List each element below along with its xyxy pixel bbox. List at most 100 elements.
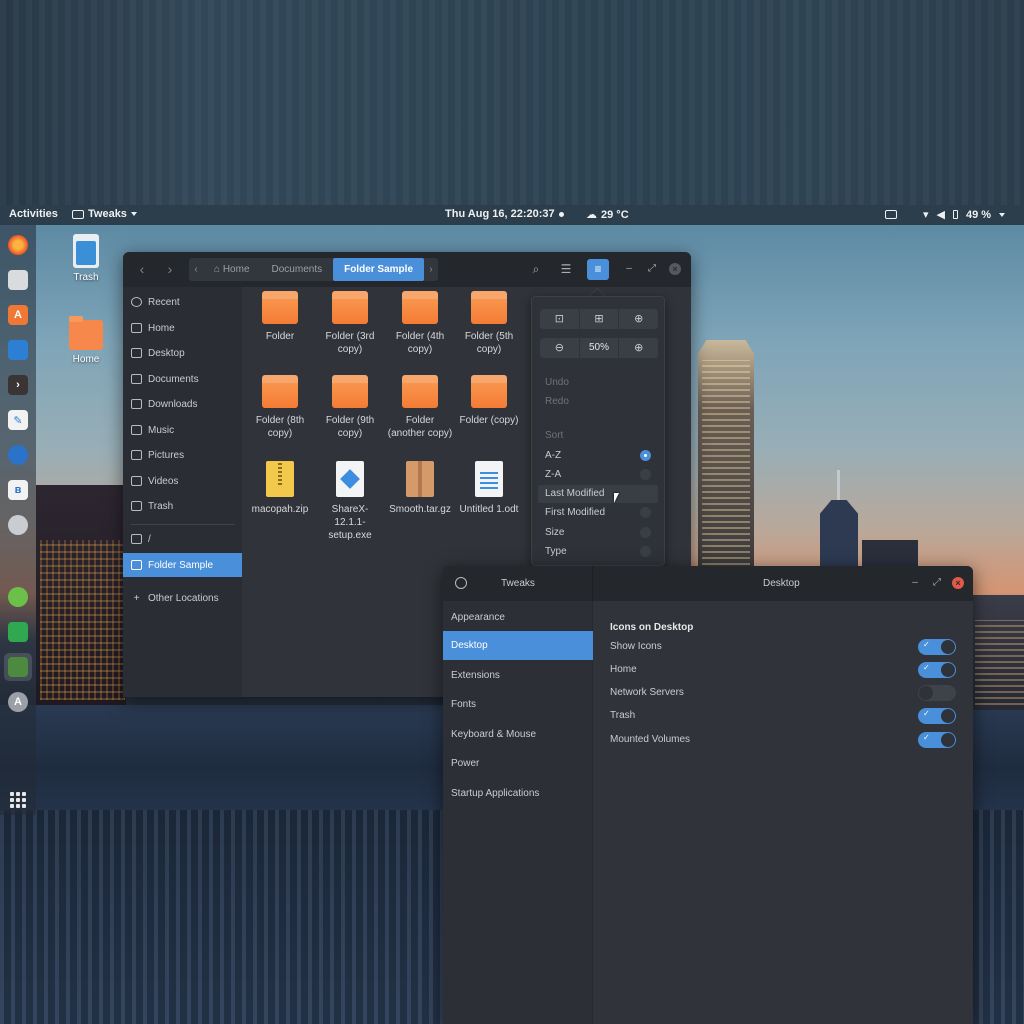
file-item[interactable]: Folder (9th copy) bbox=[317, 375, 383, 440]
file-item[interactable]: Folder (copy) bbox=[456, 375, 522, 427]
sidebar-item-trash[interactable]: Trash bbox=[123, 494, 242, 518]
sidebar-item-home[interactable]: Home bbox=[123, 316, 242, 340]
sort-last-modified[interactable]: Last Modified bbox=[545, 488, 604, 499]
sidebar-item-keyboard-mouse[interactable]: Keyboard & Mouse bbox=[443, 720, 593, 749]
view-list-icon[interactable]: ☰ bbox=[555, 259, 577, 280]
file-item-label: macopah.zip bbox=[251, 504, 309, 515]
redo-menu-item[interactable]: Redo bbox=[545, 396, 569, 407]
breadcrumb-left-arrow[interactable]: ‹ bbox=[189, 258, 203, 281]
sidebar-item-recent[interactable]: Recent bbox=[123, 290, 242, 314]
show-icons-toggle[interactable] bbox=[918, 639, 956, 655]
tweaks-icon[interactable] bbox=[8, 657, 28, 677]
terminal-icon[interactable]: › bbox=[8, 375, 28, 395]
sidebar-item-other-locations[interactable]: + Other Locations bbox=[123, 586, 242, 610]
file-item[interactable]: Smooth.tar.gz bbox=[387, 461, 453, 516]
sidebar-item-desktop[interactable]: Desktop bbox=[123, 341, 242, 365]
settings-icon[interactable] bbox=[8, 515, 28, 535]
close-icon[interactable]: × bbox=[669, 263, 681, 275]
software-icon[interactable]: A bbox=[8, 305, 28, 325]
sort-z-a[interactable]: Z-A bbox=[545, 469, 561, 480]
radio-selected-icon[interactable] bbox=[640, 450, 651, 461]
mounted-volumes-toggle[interactable] bbox=[918, 732, 956, 748]
leaf-icon[interactable] bbox=[8, 587, 28, 607]
sidebar-item-extensions[interactable]: Extensions bbox=[443, 661, 593, 690]
zoom-level[interactable]: 50% bbox=[579, 338, 620, 358]
clock[interactable]: Thu Aug 16, 22:20:37 bbox=[445, 208, 564, 220]
file-item[interactable]: Folder (3rd copy) bbox=[317, 291, 383, 356]
breadcrumb-right-arrow[interactable]: › bbox=[424, 258, 438, 281]
forward-icon[interactable]: › bbox=[161, 261, 179, 279]
bookmark-icon[interactable]: ⊞ bbox=[579, 309, 620, 329]
sidebar-item-fonts[interactable]: Fonts bbox=[443, 690, 593, 719]
sidebar-item-root[interactable]: / bbox=[123, 527, 242, 551]
tweaks-sidebar: Appearance Desktop Extensions Fonts Keyb… bbox=[443, 601, 593, 1024]
activities-button[interactable]: Activities bbox=[9, 208, 58, 220]
update-icon[interactable]: A bbox=[8, 692, 28, 712]
sidebar-item-power[interactable]: Power bbox=[443, 749, 593, 778]
sidebar-item-startup-applications[interactable]: Startup Applications bbox=[443, 779, 593, 808]
search-icon[interactable]: ⌕ bbox=[525, 259, 547, 280]
search-icon[interactable] bbox=[455, 577, 467, 589]
sort-first-modified[interactable]: First Modified bbox=[545, 507, 605, 518]
network-servers-toggle[interactable] bbox=[918, 685, 956, 701]
bluetooth-icon[interactable]: ʙ bbox=[8, 480, 28, 500]
firefox-icon[interactable] bbox=[8, 235, 28, 255]
writer-icon[interactable] bbox=[8, 340, 28, 360]
desktop-icon bbox=[131, 348, 142, 358]
file-item[interactable]: Folder bbox=[247, 291, 313, 343]
app-menu[interactable]: Tweaks bbox=[72, 208, 137, 220]
breadcrumb-documents[interactable]: Documents bbox=[261, 258, 334, 281]
maximize-icon[interactable]: ⤢ bbox=[931, 577, 943, 589]
sidebar-item-pictures[interactable]: Pictures bbox=[123, 443, 242, 467]
file-item[interactable]: ShareX-12.1.1-setup.exe bbox=[317, 461, 383, 542]
radio-icon[interactable] bbox=[640, 507, 651, 518]
file-item[interactable]: Folder (another copy) bbox=[387, 375, 453, 440]
zoom-in-icon[interactable]: ⊕ bbox=[619, 338, 658, 358]
trash-icon bbox=[73, 234, 99, 268]
home-toggle[interactable] bbox=[918, 662, 956, 678]
tweaks-window: Tweaks Desktop – ⤢ × Appearance Desktop … bbox=[443, 566, 973, 1024]
sidebar-item-appearance[interactable]: Appearance bbox=[443, 603, 593, 632]
show-applications-icon[interactable] bbox=[10, 792, 26, 808]
minimize-icon[interactable]: – bbox=[623, 263, 635, 275]
close-icon[interactable]: × bbox=[952, 577, 964, 589]
back-icon[interactable]: ‹ bbox=[133, 261, 151, 279]
file-item[interactable]: Folder (4th copy) bbox=[387, 291, 453, 356]
thunderbird-icon[interactable] bbox=[8, 445, 28, 465]
trash-toggle[interactable] bbox=[918, 708, 956, 724]
file-item[interactable]: macopah.zip bbox=[247, 461, 313, 516]
sidebar-item-music[interactable]: Music bbox=[123, 418, 242, 442]
file-item[interactable]: Folder (8th copy) bbox=[247, 375, 313, 440]
new-folder-icon[interactable]: ⊡ bbox=[540, 309, 580, 329]
desktop-trash[interactable]: Trash bbox=[61, 234, 111, 283]
sidebar-item-downloads[interactable]: Downloads bbox=[123, 392, 242, 416]
sidebar-item-desktop[interactable]: Desktop bbox=[443, 631, 593, 660]
text-editor-icon[interactable]: ✎ bbox=[8, 410, 28, 430]
sidebar-item-documents[interactable]: Documents bbox=[123, 367, 242, 391]
calc-icon[interactable] bbox=[8, 622, 28, 642]
sort-type[interactable]: Type bbox=[545, 546, 567, 557]
sidebar-item-videos[interactable]: Videos bbox=[123, 469, 242, 493]
wallpaper-building bbox=[820, 500, 858, 568]
sort-a-z[interactable]: A-Z bbox=[545, 450, 561, 461]
system-status-area[interactable]: ▾ ◀ 49 % bbox=[885, 208, 1006, 221]
minimize-icon[interactable]: – bbox=[909, 577, 921, 589]
files-icon[interactable] bbox=[8, 270, 28, 290]
weather-indicator[interactable]: ☁ 29 °C bbox=[586, 208, 629, 222]
zoom-out-icon[interactable]: ⊖ bbox=[540, 338, 580, 358]
undo-menu-item[interactable]: Undo bbox=[545, 377, 569, 388]
breadcrumb-current[interactable]: Folder Sample bbox=[333, 258, 424, 281]
radio-icon[interactable] bbox=[640, 527, 651, 538]
radio-icon[interactable] bbox=[640, 469, 651, 480]
file-item[interactable]: Folder (5th copy) bbox=[456, 291, 522, 356]
maximize-icon[interactable]: ⤢ bbox=[646, 263, 658, 275]
sidebar-item-folder-sample[interactable]: Folder Sample bbox=[123, 553, 242, 577]
radio-icon[interactable] bbox=[640, 546, 651, 557]
file-item[interactable]: Untitled 1.odt bbox=[456, 461, 522, 516]
radio-icon[interactable] bbox=[640, 488, 651, 499]
desktop-home[interactable]: Home bbox=[61, 316, 111, 365]
menu-icon[interactable]: ≡ bbox=[587, 259, 609, 280]
breadcrumb-home[interactable]: ⌂ Home bbox=[203, 258, 261, 281]
new-tab-icon[interactable]: ⊕ bbox=[619, 309, 658, 329]
sort-size[interactable]: Size bbox=[545, 527, 564, 538]
